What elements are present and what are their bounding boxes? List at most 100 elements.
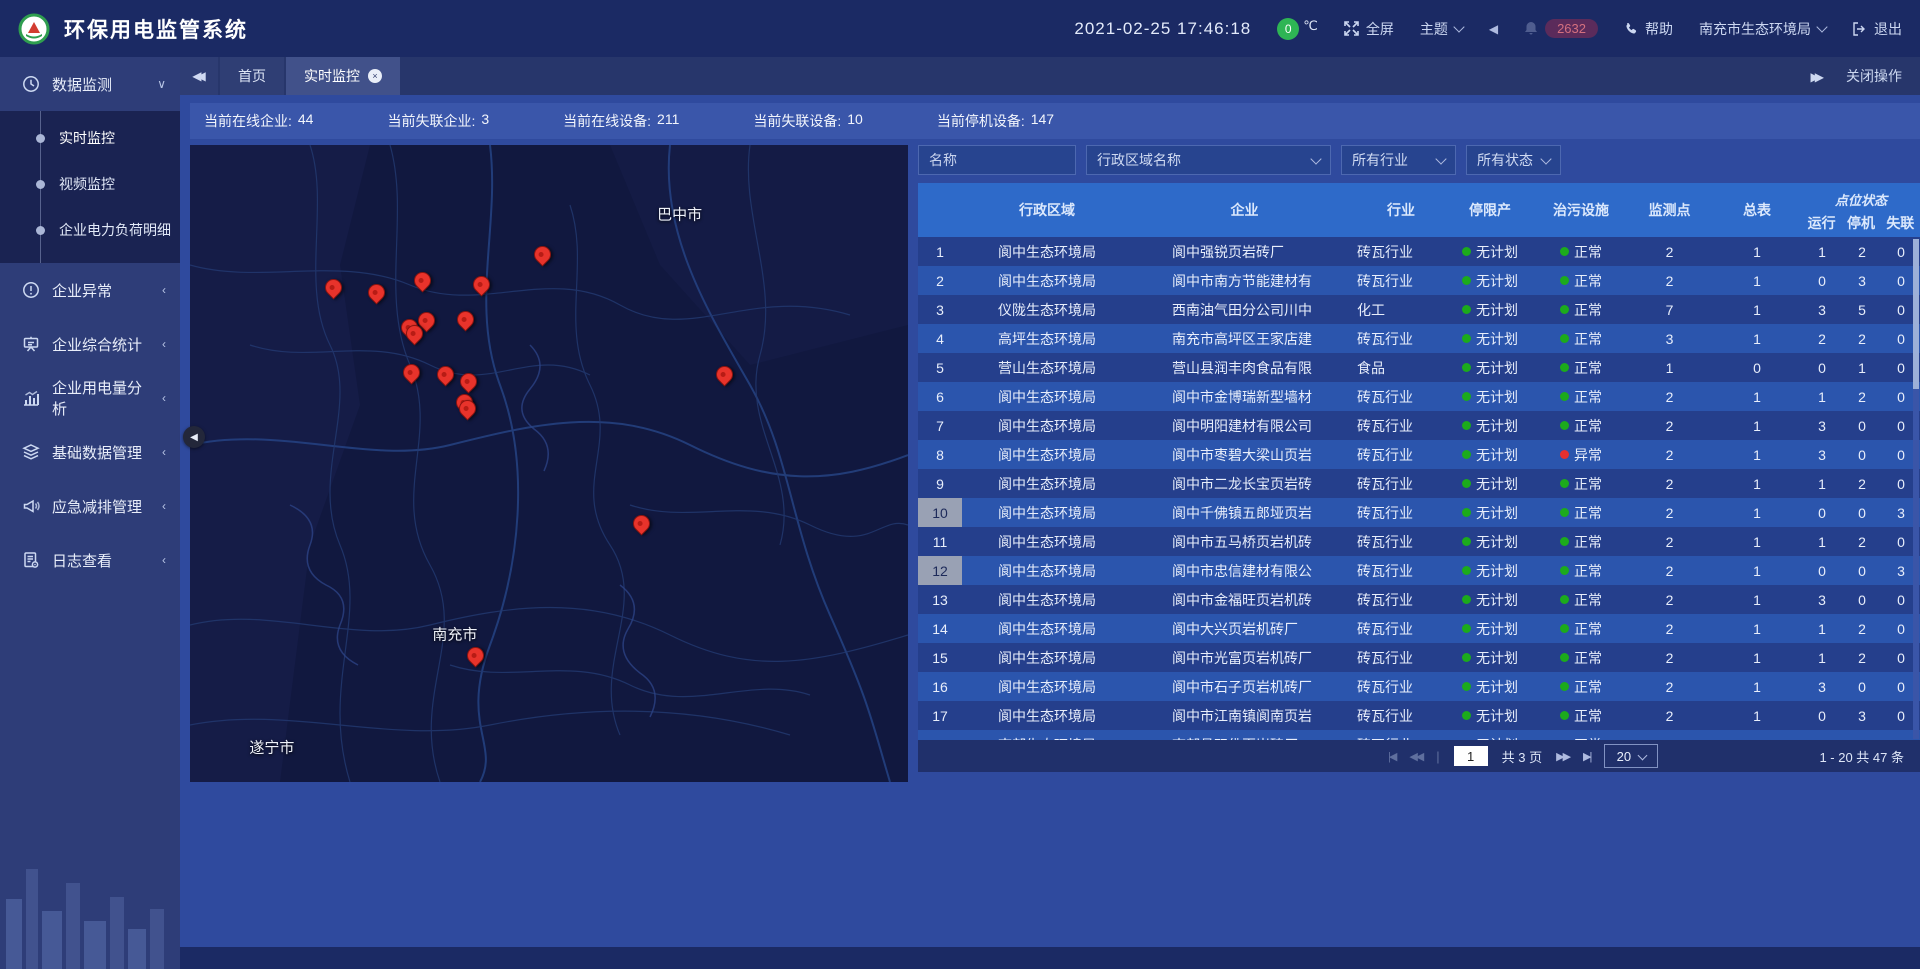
row-region: 营山生态环境局 [962,358,1132,378]
last-page-button[interactable]: ▶| [1583,750,1590,763]
table-row[interactable]: 10阆中生态环境局阆中千佛镇五郎垭页岩砖瓦行业无计划正常21003 [918,498,1920,527]
row-monitor-count: 2 [1627,563,1712,579]
table-row[interactable]: 17阆中生态环境局阆中市江南镇阆南页岩砖瓦行业无计划正常21030 [918,701,1920,730]
row-industry: 砖瓦行业 [1357,387,1445,407]
row-index: 16 [918,672,962,701]
sidebar-item-企业综合统计[interactable]: 企业综合统计‹ [0,317,180,371]
table-row[interactable]: 14阆中生态环境局阆中大兴页岩机砖厂砖瓦行业无计划正常21120 [918,614,1920,643]
status-dot-icon [1462,305,1471,314]
table-row[interactable]: 16阆中生态环境局阆中市石子页岩机砖厂砖瓦行业无计划正常21300 [918,672,1920,701]
sidebar-item-数据监测[interactable]: 数据监测∨ [0,57,180,111]
row-stopped-count: 3 [1842,708,1882,724]
logout-button[interactable]: 退出 [1852,19,1902,39]
fullscreen-button[interactable]: 全屏 [1344,19,1394,39]
industry-select[interactable]: 所有行业 [1341,145,1456,175]
status-select[interactable]: 所有状态 [1466,145,1561,175]
sidebar-subitem-企业电力负荷明细[interactable]: 企业电力负荷明细 [0,207,180,253]
row-industry: 砖瓦行业 [1357,619,1445,639]
tabs-scroll-right-button[interactable]: ▶▶ [1811,68,1824,84]
table-row[interactable]: 4高坪生态环境局南充市高坪区王家店建砖瓦行业无计划正常31220 [918,324,1920,353]
row-company: 阆中大兴页岩机砖厂 [1132,619,1357,639]
stat-value: 44 [298,111,314,131]
table-row[interactable]: 3仪陇生态环境局西南油气田分公司川中化工无计划正常71350 [918,295,1920,324]
row-plan-status: 无计划 [1445,300,1535,320]
tab-realtime-monitor[interactable]: 实时监控 × [286,57,400,95]
table-row[interactable]: 13阆中生态环境局阆中市金福旺页岩机砖砖瓦行业无计划正常21300 [918,585,1920,614]
stat-value: 3 [481,111,489,131]
sidebar-item-日志查看[interactable]: 日志查看‹ [0,533,180,587]
sidebar-item-企业异常[interactable]: 企业异常‹ [0,263,180,317]
status-dot-icon [1560,392,1569,401]
table-row[interactable]: 15阆中生态环境局阆中市光富页岩机砖厂砖瓦行业无计划正常21120 [918,643,1920,672]
bell-icon [1524,21,1538,36]
table-row[interactable]: 5营山生态环境局营山县润丰肉食品有限食品无计划正常10010 [918,353,1920,382]
page-size-select[interactable]: 20 [1604,744,1658,768]
row-index: 5 [918,353,962,382]
tab-bar: ◀◀ 首页 实时监控 × ▶▶ 关闭操作 [180,57,1920,95]
map-panel[interactable]: 巴中市南充市遂宁市 [190,145,908,782]
bar-chart-icon [22,389,40,407]
sidebar-subitem-实时监控[interactable]: 实时监控 [0,115,180,161]
column-monitor: 监测点 [1627,183,1712,237]
row-running-count: 0 [1802,563,1842,579]
sidebar-item-label: 日志查看 [52,550,150,571]
table-row[interactable]: 1阆中生态环境局阆中强锐页岩砖厂砖瓦行业无计划正常21120 [918,237,1920,266]
row-company: 阆中强锐页岩砖厂 [1132,242,1357,262]
theme-menu[interactable]: 主题 [1420,19,1463,39]
row-region: 阆中生态环境局 [962,271,1132,291]
status-dot-icon [1462,624,1471,633]
notification-widget[interactable]: 2632 [1524,19,1598,38]
table-row[interactable]: 8阆中生态环境局阆中市枣碧大梁山页岩砖瓦行业无计划异常21300 [918,440,1920,469]
status-dot-icon [1462,247,1471,256]
row-industry: 砖瓦行业 [1357,271,1445,291]
prev-page-button[interactable]: ◀◀ [1409,750,1422,763]
sidebar: 数据监测∨实时监控视频监控企业电力负荷明细企业异常‹企业综合统计‹企业用电量分析… [0,57,180,969]
column-index [918,183,962,237]
help-label: 帮助 [1645,19,1673,39]
chevron-left-icon: ‹ [162,337,166,351]
sidebar-subitem-视频监控[interactable]: 视频监控 [0,161,180,207]
row-stopped-count: 2 [1842,476,1882,492]
sidebar-item-企业用电量分析[interactable]: 企业用电量分析‹ [0,371,180,425]
row-running-count: 1 [1802,650,1842,666]
row-running-count: 3 [1802,447,1842,463]
row-running-count: 1 [1802,621,1842,637]
page-number-input[interactable]: 1 [1454,746,1488,766]
status-dot-icon [1560,566,1569,575]
tabs-scroll-left-button[interactable]: ◀◀ [180,57,218,95]
table-row[interactable]: 7阆中生态环境局阆中明阳建材有限公司砖瓦行业无计划正常21300 [918,411,1920,440]
sidebar-item-应急减排管理[interactable]: 应急减排管理‹ [0,479,180,533]
row-running-count: 0 [1802,505,1842,521]
status-dot-icon [1560,682,1569,691]
row-stopped-count: 0 [1842,679,1882,695]
close-icon[interactable]: × [368,69,382,83]
row-plan-status: 无计划 [1445,271,1535,291]
row-monitor-count: 2 [1627,505,1712,521]
stat-value: 147 [1031,111,1054,131]
next-page-button[interactable]: ▶▶ [1556,750,1569,763]
status-dot-icon [1560,276,1569,285]
region-select[interactable]: 行政区域名称 [1086,145,1331,175]
table-row[interactable]: 11阆中生态环境局阆中市五马桥页岩机砖砖瓦行业无计划正常21120 [918,527,1920,556]
name-search-input[interactable] [918,145,1076,175]
table-row[interactable]: 9阆中生态环境局阆中市二龙长宝页岩砖砖瓦行业无计划正常21120 [918,469,1920,498]
stat-item: 当前失联企业:3 [387,111,489,131]
table-row[interactable]: 6阆中生态环境局阆中市金博瑞新型墙材砖瓦行业无计划正常21120 [918,382,1920,411]
sidebar-item-基础数据管理[interactable]: 基础数据管理‹ [0,425,180,479]
tab-home[interactable]: 首页 [220,57,284,95]
help-button[interactable]: 帮助 [1624,19,1673,39]
sound-toggle[interactable]: ◀ [1489,22,1498,36]
table-row[interactable]: 12阆中生态环境局阆中市忠信建材有限公砖瓦行业无计划正常21003 [918,556,1920,585]
sound-icon: ◀ [1489,22,1498,36]
bullet-icon [36,180,45,189]
table-row[interactable]: 2阆中生态环境局阆中市南方节能建材有砖瓦行业无计划正常21030 [918,266,1920,295]
table-scrollbar-thumb[interactable] [1913,239,1919,389]
user-menu[interactable]: 南充市生态环境局 [1699,19,1826,39]
row-index: 9 [918,469,962,498]
sidebar-collapse-button[interactable]: ◀ [183,426,205,448]
column-industry: 行业 [1357,183,1445,237]
row-plan-status: 无计划 [1445,619,1535,639]
close-operations-button[interactable]: 关闭操作 [1846,66,1902,86]
first-page-button[interactable]: |◀ [1388,750,1395,763]
theme-label: 主题 [1420,19,1448,39]
